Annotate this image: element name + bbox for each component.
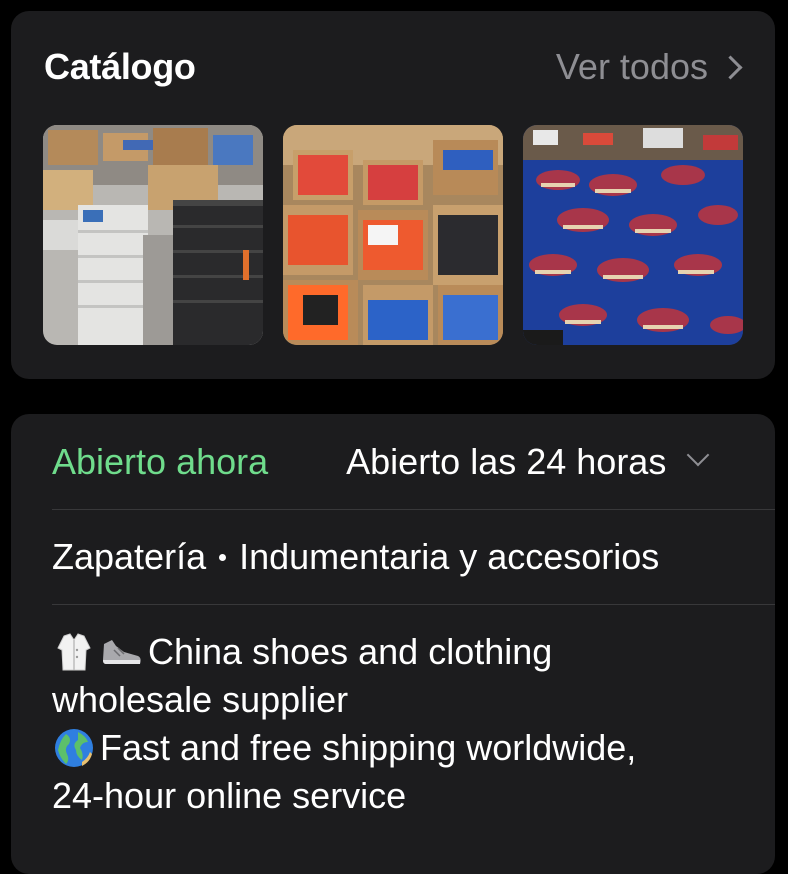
description-text-4: 24-hour online service <box>52 775 407 816</box>
catalog-photo-1[interactable] <box>43 125 263 345</box>
category-2: Indumentaria y accesorios <box>239 536 660 577</box>
description-text-3: Fast and free shipping worldwide, <box>100 727 637 768</box>
description-line-1: China shoes and clothing <box>52 628 745 676</box>
hours-text: Abierto las 24 horas <box>346 440 667 482</box>
globe-icon <box>52 726 96 770</box>
hours-row[interactable]: Abierto ahora Abierto las 24 horas <box>52 414 775 510</box>
catalog-header: Catálogo Ver todos <box>44 45 745 89</box>
catalog-photo-3[interactable] <box>523 125 743 345</box>
chevron-down-icon[interactable] <box>687 443 710 466</box>
sneaker-icon <box>100 630 144 674</box>
description-line-4: 24-hour online service <box>52 772 745 820</box>
catalog-photos <box>43 125 743 345</box>
description-line-3: Fast and free shipping worldwide, <box>52 724 745 772</box>
open-status: Abierto ahora <box>52 440 269 482</box>
business-info-card: Abierto ahora Abierto las 24 horas Zapat… <box>11 414 775 874</box>
sneakers-pile-photo <box>523 125 743 345</box>
description-text-2: wholesale supplier <box>52 679 349 720</box>
categories: Zapatería Indumentaria y accesorios <box>52 536 659 578</box>
description-line-2: wholesale supplier <box>52 676 745 724</box>
coat-icon <box>52 630 96 674</box>
business-description: China shoes and clothing wholesale suppl… <box>52 628 745 820</box>
see-all-button[interactable]: Ver todos <box>556 46 745 88</box>
open-boxes-photo <box>283 125 503 345</box>
category-row: Zapatería Indumentaria y accesorios <box>52 510 775 605</box>
catalog-photo-2[interactable] <box>283 125 503 345</box>
description-text-1: China shoes and clothing <box>148 631 553 672</box>
catalog-title: Catálogo <box>44 46 196 87</box>
see-all-label: Ver todos <box>555 46 708 87</box>
separator-dot <box>219 553 227 561</box>
warehouse-shoeboxes-photo <box>43 125 263 345</box>
catalog-card: Catálogo Ver todos <box>11 11 775 379</box>
chevron-right-icon <box>718 54 743 80</box>
category-1: Zapatería <box>52 536 207 577</box>
